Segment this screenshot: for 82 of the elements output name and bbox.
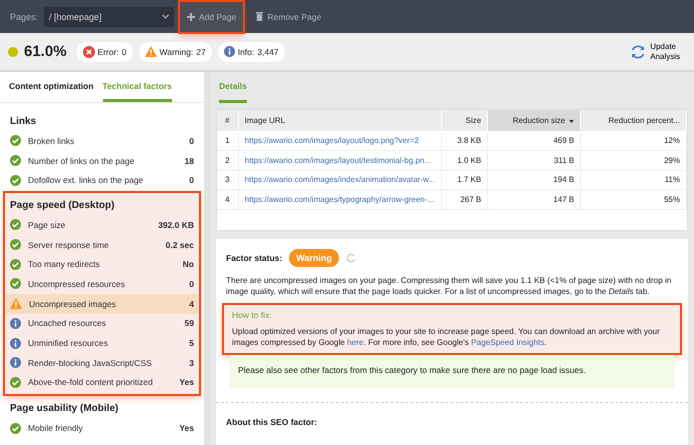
check-icon bbox=[10, 278, 21, 290]
check-icon bbox=[10, 376, 21, 388]
table-cell: 147 B bbox=[488, 190, 581, 209]
column-header[interactable]: Image URL bbox=[238, 110, 442, 131]
info-count-pill[interactable]: Info: 3,447 bbox=[218, 42, 285, 62]
factor-description: There are uncompressed images on your page. Compressing them will save you 1.1 KB (<1% of page size) with no drop in image quality, which will ensure that the page loads quicker. For a list of uncompressed images, go to the Details tab. bbox=[226, 275, 672, 298]
warning-icon bbox=[10, 298, 22, 310]
column-header[interactable]: Reduction size bbox=[488, 110, 581, 131]
check-icon bbox=[10, 174, 21, 186]
info-icon bbox=[224, 46, 235, 57]
url-link[interactable]: https://awario.com/images/layout/testimonial-bg.pn... bbox=[238, 150, 442, 170]
check-icon bbox=[10, 135, 21, 146]
factor-item[interactable]: Render-blocking JavaScript/CSS 3 bbox=[6, 352, 198, 373]
sort-caret-icon bbox=[569, 120, 574, 123]
url-link[interactable]: https://awario.com/images/typography/arrow-green-... bbox=[238, 190, 442, 209]
info-icon bbox=[10, 318, 21, 329]
table-cell: 2 bbox=[217, 150, 238, 170]
how-to-fix-text: Upload optimized versions of your images to your site to increase page speed. You can download an archive with your images compressed by Google here. For more info, see Google's PageSpeed Insights. bbox=[232, 326, 661, 348]
table-cell: 469 B bbox=[488, 131, 581, 150]
refresh-icon[interactable] bbox=[346, 253, 356, 263]
factor-item[interactable]: Server response time 0.2 sec bbox=[6, 234, 198, 254]
table-cell: 1 bbox=[217, 131, 238, 150]
trash-icon bbox=[256, 12, 264, 21]
table-cell: 267 B bbox=[441, 190, 488, 209]
error-icon bbox=[82, 46, 95, 58]
refresh-icon bbox=[630, 44, 646, 60]
table-cell: 311 B bbox=[488, 150, 581, 170]
section-title: Page speed (Desktop) bbox=[10, 198, 116, 213]
how-to-fix-title: How to fix: bbox=[232, 310, 273, 320]
table-cell: 55% bbox=[580, 190, 686, 209]
info-icon bbox=[10, 338, 21, 349]
warning-icon bbox=[144, 46, 157, 57]
table-cell: 1.0 KB bbox=[441, 150, 488, 170]
table-cell: 3.8 KB bbox=[441, 131, 488, 150]
check-icon bbox=[10, 239, 21, 250]
pages-label: Pages: bbox=[10, 12, 38, 22]
factor-item[interactable]: Uncompressed images 4 bbox=[6, 294, 198, 314]
check-icon bbox=[10, 422, 21, 434]
table-cell: 12% bbox=[580, 131, 686, 150]
update-analysis-button[interactable]: Update Analysis bbox=[624, 40, 686, 62]
column-header[interactable]: Reduction percent... bbox=[580, 110, 686, 131]
info-icon bbox=[10, 357, 21, 368]
factor-item[interactable]: Unminified resources 5 bbox=[6, 333, 198, 353]
check-icon bbox=[10, 155, 21, 166]
column-header[interactable]: # bbox=[217, 110, 238, 131]
page-select[interactable]: / [homepage] bbox=[44, 6, 174, 26]
score-value: 61.0% bbox=[24, 43, 67, 60]
remove-page-button[interactable]: Remove Page bbox=[249, 2, 328, 32]
factor-item[interactable]: Uncompressed resources 0 bbox=[6, 274, 198, 294]
factor-status-label: Factor status: bbox=[226, 253, 282, 263]
table-cell: 3 bbox=[217, 170, 238, 190]
url-link[interactable]: https://awario.com/images/index/animation/avatar-w... bbox=[238, 170, 442, 190]
check-icon bbox=[10, 258, 21, 270]
table-cell: 1.7 KB bbox=[441, 170, 488, 190]
factor-item[interactable]: Above-the-fold content prioritized Yes bbox=[6, 372, 198, 392]
add-page-button[interactable]: Add Page bbox=[180, 2, 244, 32]
factor-item[interactable]: Too many redirects No bbox=[6, 254, 198, 274]
factor-item[interactable]: Mobile friendly Yes bbox=[6, 418, 198, 438]
factor-item[interactable]: Dofollow ext. links on the page 0 bbox=[6, 170, 198, 190]
factor-item[interactable]: Uncached resources 59 bbox=[6, 314, 198, 334]
url-link[interactable]: https://awario.com/images/layout/logo.png?ver=2 bbox=[238, 131, 442, 150]
chevron-icon bbox=[162, 14, 170, 19]
factor-item[interactable]: Page size 392.0 KB bbox=[6, 215, 198, 235]
factor-item[interactable]: Number of links on the page 18 bbox=[6, 150, 198, 170]
check-icon bbox=[10, 219, 21, 230]
link[interactable]: here bbox=[347, 338, 364, 348]
table-cell: 11% bbox=[580, 170, 686, 190]
link[interactable]: PageSpeed Insights bbox=[471, 338, 544, 348]
table-cell: 194 B bbox=[488, 170, 581, 190]
column-header[interactable]: Size bbox=[441, 110, 488, 131]
status-badge: Warning bbox=[289, 249, 339, 267]
section-title: Page usability (Mobile) bbox=[10, 402, 120, 416]
plus-icon bbox=[187, 12, 196, 20]
table-cell: 4 bbox=[217, 190, 238, 209]
factor-item[interactable]: Broken links 0 bbox=[6, 131, 198, 151]
table-cell: 29% bbox=[580, 150, 686, 170]
tab[interactable]: Content optimization bbox=[9, 72, 94, 102]
about-title: About this SEO factor: bbox=[216, 402, 688, 442]
error-count-pill[interactable]: Error: 0 bbox=[76, 42, 133, 62]
section-title: Links bbox=[10, 114, 38, 128]
warning-count-pill[interactable]: Warning: 27 bbox=[138, 42, 212, 62]
note-box: Please also see other factors from this category to make sure there are no page load issues. bbox=[230, 353, 674, 388]
